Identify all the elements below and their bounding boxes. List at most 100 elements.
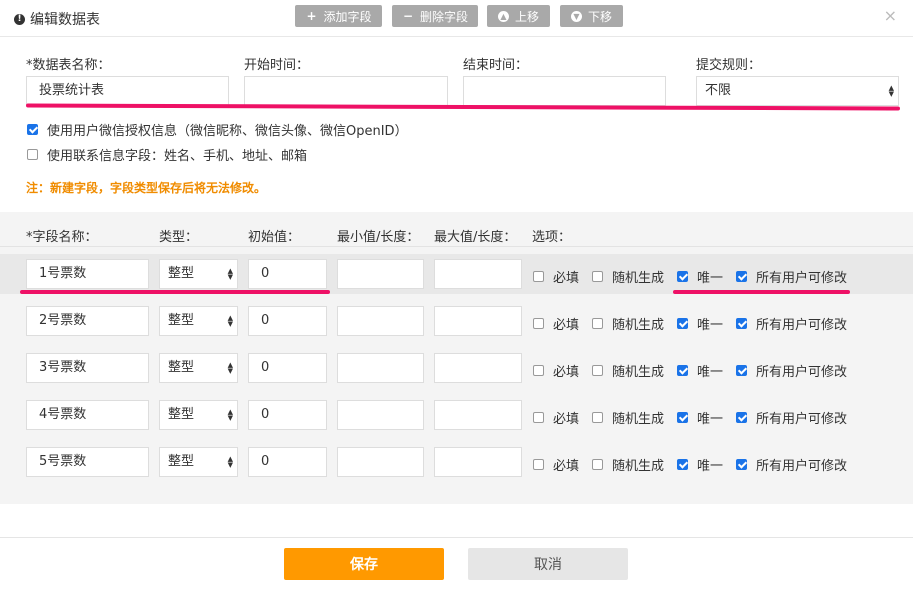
use-wechat-checkbox[interactable]	[27, 124, 38, 135]
field-min-input[interactable]	[337, 447, 424, 477]
select-arrows-icon: ▲ ▼	[227, 267, 233, 281]
field-random-option-checkbox[interactable]	[592, 318, 603, 329]
field-max-input[interactable]	[434, 447, 522, 477]
select-arrows-icon: ▲ ▼	[227, 361, 233, 375]
field-type-note: 注：新建字段，字段类型保存后将无法修改。	[26, 181, 267, 195]
field-unique-option[interactable]: 唯一	[677, 267, 723, 286]
cancel-button[interactable]: 取消	[468, 548, 628, 580]
field-max-input[interactable]	[434, 400, 522, 430]
use-contact-text: 使用联系信息字段：姓名、手机、地址、邮箱	[47, 149, 308, 164]
field-editable-option-checkbox[interactable]	[736, 459, 747, 470]
field-random-option-checkbox[interactable]	[592, 459, 603, 470]
field-max-input[interactable]	[434, 353, 522, 383]
close-icon[interactable]: ×	[884, 6, 897, 25]
delete-field-button[interactable]: − 删除字段	[392, 5, 478, 27]
field-editable-option-label: 所有用户可修改	[756, 365, 848, 380]
field-required-option[interactable]: 必填	[533, 361, 579, 380]
end-time-input[interactable]	[463, 76, 666, 106]
move-up-button[interactable]: ▲ 上移	[487, 5, 550, 27]
field-type-value: 整型	[168, 313, 195, 328]
field-unique-option[interactable]: 唯一	[677, 361, 723, 380]
field-editable-option-checkbox[interactable]	[736, 412, 747, 423]
field-required-option-label: 必填	[553, 365, 580, 380]
field-name-input[interactable]: 5号票数	[26, 447, 149, 477]
table-name-input[interactable]: 投票统计表	[26, 76, 229, 106]
field-name-input[interactable]: 2号票数	[26, 306, 149, 336]
field-max-input[interactable]	[434, 259, 522, 289]
field-random-option[interactable]: 随机生成	[592, 267, 664, 286]
field-min-input[interactable]	[337, 353, 424, 383]
field-unique-option-label: 唯一	[697, 271, 724, 286]
use-contact-option[interactable]: 使用联系信息字段：姓名、手机、地址、邮箱	[27, 145, 307, 164]
field-min-input[interactable]	[337, 306, 424, 336]
field-required-option[interactable]: 必填	[533, 314, 579, 333]
field-random-option[interactable]: 随机生成	[592, 455, 664, 474]
field-type-select[interactable]: 整型 ▲ ▼	[159, 400, 238, 430]
field-editable-option-checkbox[interactable]	[736, 365, 747, 376]
field-name-input[interactable]: 4号票数	[26, 400, 149, 430]
field-required-option-checkbox[interactable]	[533, 271, 544, 282]
field-random-option[interactable]: 随机生成	[592, 361, 664, 380]
field-type-value: 整型	[168, 360, 195, 375]
field-type-select[interactable]: 整型 ▲ ▼	[159, 306, 238, 336]
field-unique-option[interactable]: 唯一	[677, 455, 723, 474]
field-required-option-checkbox[interactable]	[533, 459, 544, 470]
field-min-input[interactable]	[337, 259, 424, 289]
field-random-option[interactable]: 随机生成	[592, 314, 664, 333]
add-field-button[interactable]: + 添加字段	[295, 5, 382, 27]
submit-rule-select[interactable]: 不限 ▲ ▼	[696, 76, 899, 106]
field-initial-input[interactable]: 0	[248, 447, 327, 477]
field-type-select[interactable]: 整型 ▲ ▼	[159, 353, 238, 383]
field-editable-option[interactable]: 所有用户可修改	[736, 361, 847, 380]
plus-icon: +	[306, 9, 317, 23]
field-initial-input[interactable]: 0	[248, 259, 327, 289]
minus-icon: −	[402, 9, 414, 23]
field-unique-option-checkbox[interactable]	[677, 271, 688, 282]
field-min-input[interactable]	[337, 400, 424, 430]
field-random-option-checkbox[interactable]	[592, 271, 603, 282]
move-down-button[interactable]: ▼ 下移	[560, 5, 623, 27]
field-editable-option-checkbox[interactable]	[736, 271, 747, 282]
field-random-option-checkbox[interactable]	[592, 412, 603, 423]
field-initial-input[interactable]: 0	[248, 306, 327, 336]
field-random-option-checkbox[interactable]	[592, 365, 603, 376]
field-initial-input[interactable]: 0	[248, 400, 327, 430]
field-required-option[interactable]: 必填	[533, 267, 579, 286]
exclamation-icon: !	[14, 13, 25, 25]
field-editable-option[interactable]: 所有用户可修改	[736, 455, 847, 474]
field-required-option[interactable]: 必填	[533, 408, 579, 427]
field-editable-option[interactable]: 所有用户可修改	[736, 314, 847, 333]
field-random-option-label: 随机生成	[612, 459, 665, 474]
field-editable-option-checkbox[interactable]	[736, 318, 747, 329]
field-unique-option-checkbox[interactable]	[677, 318, 688, 329]
field-type-select[interactable]: 整型 ▲ ▼	[159, 447, 238, 477]
field-unique-option[interactable]: 唯一	[677, 408, 723, 427]
field-type-select[interactable]: 整型 ▲ ▼	[159, 259, 238, 289]
field-random-option[interactable]: 随机生成	[592, 408, 664, 427]
field-random-option-label: 随机生成	[612, 271, 665, 286]
footer-divider	[0, 537, 913, 538]
field-required-option[interactable]: 必填	[533, 455, 579, 474]
field-initial-input[interactable]: 0	[248, 353, 327, 383]
field-name-input[interactable]: 3号票数	[26, 353, 149, 383]
start-time-label: 开始时间：	[244, 58, 310, 73]
field-max-input[interactable]	[434, 306, 522, 336]
field-random-option-label: 随机生成	[612, 412, 665, 427]
field-editable-option[interactable]: 所有用户可修改	[736, 408, 847, 427]
start-time-input[interactable]	[244, 76, 448, 106]
field-unique-option-checkbox[interactable]	[677, 365, 688, 376]
field-unique-option[interactable]: 唯一	[677, 314, 723, 333]
use-contact-checkbox[interactable]	[27, 149, 38, 160]
field-unique-option-checkbox[interactable]	[677, 412, 688, 423]
field-type-value: 整型	[168, 454, 195, 469]
field-required-option-checkbox[interactable]	[533, 318, 544, 329]
submit-rule-value: 不限	[705, 83, 732, 98]
field-required-option-checkbox[interactable]	[533, 365, 544, 376]
field-editable-option[interactable]: 所有用户可修改	[736, 267, 847, 286]
field-random-option-label: 随机生成	[612, 365, 665, 380]
field-name-input[interactable]: 1号票数	[26, 259, 149, 289]
use-wechat-option[interactable]: 使用用户微信授权信息（微信昵称、微信头像、微信OpenID）	[27, 120, 408, 139]
field-required-option-checkbox[interactable]	[533, 412, 544, 423]
field-unique-option-checkbox[interactable]	[677, 459, 688, 470]
save-button[interactable]: 保存	[284, 548, 444, 580]
